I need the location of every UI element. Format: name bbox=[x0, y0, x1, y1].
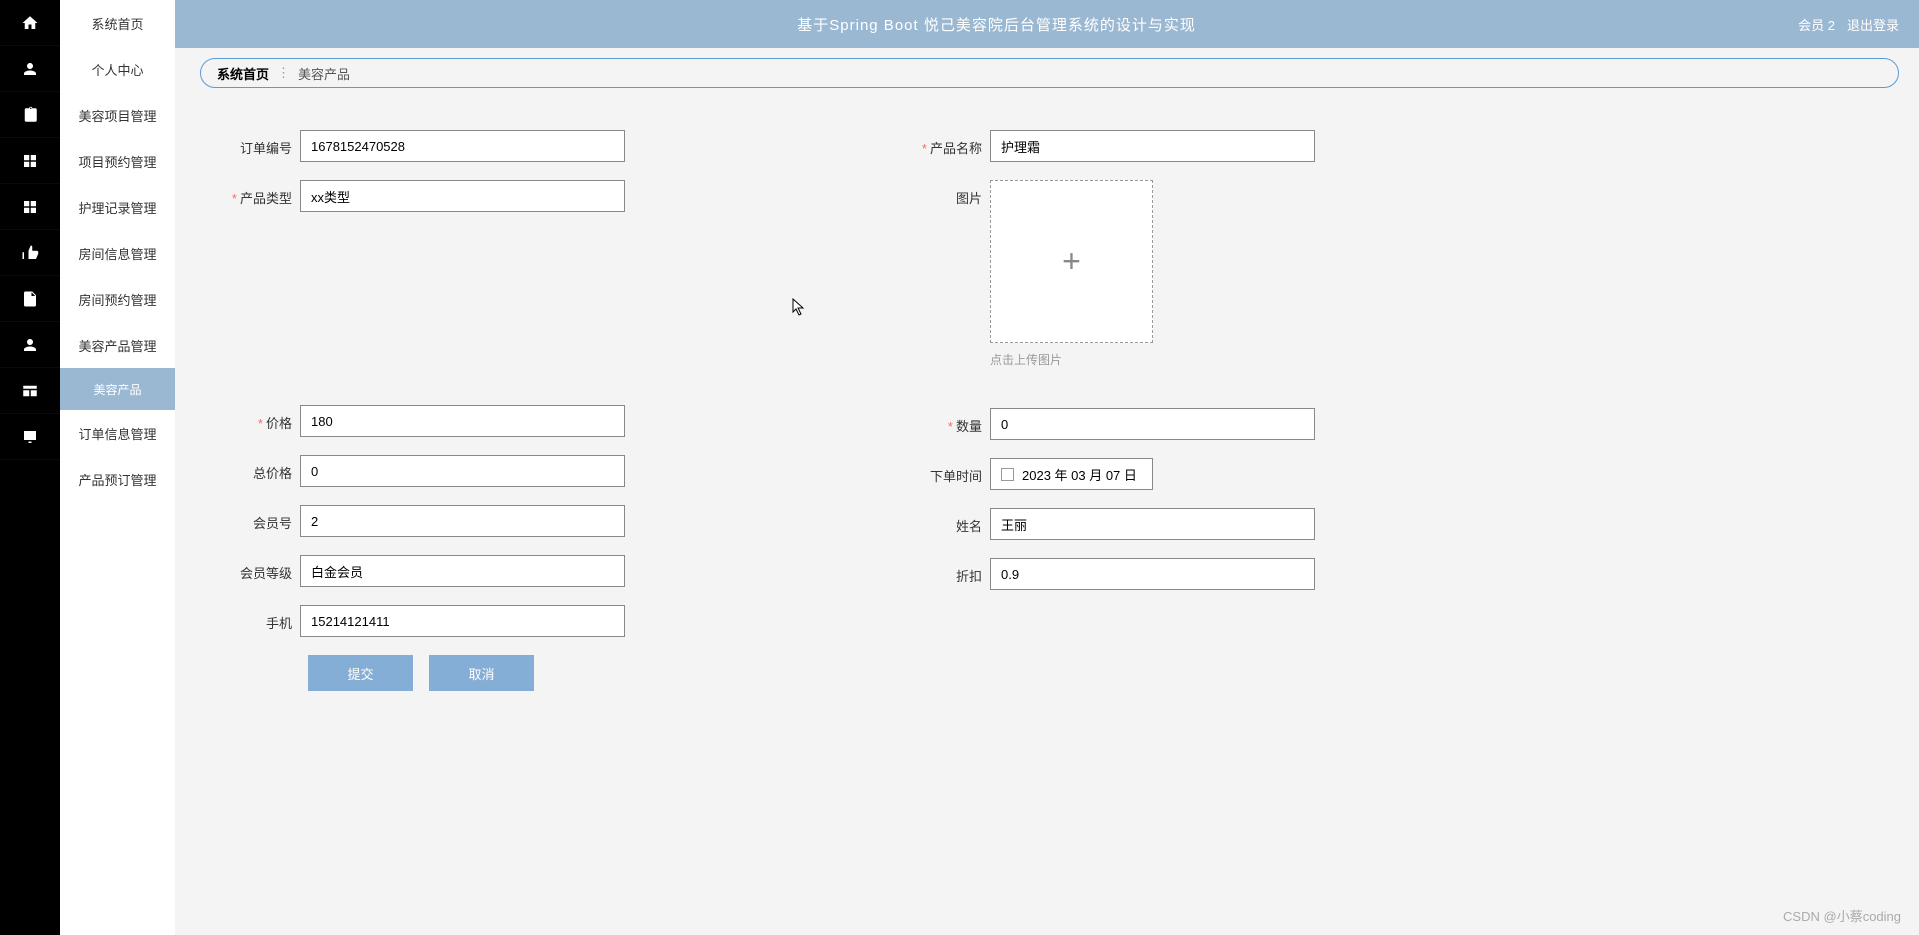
header-user[interactable]: 会员 2 bbox=[1798, 15, 1835, 34]
text-sidebar: 系统首页 个人中心 美容项目管理 项目预约管理 护理记录管理 房间信息管理 房间… bbox=[60, 0, 175, 935]
nav-thumb-icon[interactable] bbox=[0, 230, 60, 276]
nav-table-icon[interactable] bbox=[0, 368, 60, 414]
label-name: 姓名 bbox=[890, 508, 990, 535]
form-area: 订单编号 *产品类型 *价格 总价格 会员号 会员等级 手机 提交 bbox=[200, 130, 1899, 691]
input-product-type[interactable] bbox=[300, 180, 625, 212]
nav-home-icon[interactable] bbox=[0, 0, 60, 46]
nav-grid-icon[interactable] bbox=[0, 138, 60, 184]
label-total: 总价格 bbox=[200, 455, 300, 482]
menu-room-reserve[interactable]: 房间预约管理 bbox=[60, 276, 175, 322]
nav-person-icon[interactable] bbox=[0, 322, 60, 368]
upload-box[interactable]: + bbox=[990, 180, 1153, 343]
input-product-name[interactable] bbox=[990, 130, 1315, 162]
menu-room-info[interactable]: 房间信息管理 bbox=[60, 230, 175, 276]
cancel-button[interactable]: 取消 bbox=[429, 655, 534, 691]
watermark: CSDN @小蔡coding bbox=[1783, 906, 1901, 925]
label-product-name: *产品名称 bbox=[890, 130, 990, 157]
upload-tip: 点击上传图片 bbox=[990, 351, 1153, 368]
menu-home[interactable]: 系统首页 bbox=[60, 0, 175, 46]
nav-monitor-icon[interactable] bbox=[0, 414, 60, 460]
breadcrumb-current: 美容产品 bbox=[298, 64, 350, 83]
menu-beauty-project[interactable]: 美容项目管理 bbox=[60, 92, 175, 138]
input-phone[interactable] bbox=[300, 605, 625, 637]
label-phone: 手机 bbox=[200, 605, 300, 632]
label-discount: 折扣 bbox=[890, 558, 990, 585]
header: 基于Spring Boot 悦己美容院后台管理系统的设计与实现 会员 2 退出登… bbox=[175, 0, 1919, 48]
label-quantity: *数量 bbox=[890, 408, 990, 435]
menu-profile[interactable]: 个人中心 bbox=[60, 46, 175, 92]
input-order-time[interactable]: 2023 年 03 月 07 日 bbox=[990, 458, 1153, 490]
menu-product-mgmt[interactable]: 美容产品管理 bbox=[60, 322, 175, 368]
menu-project-reserve[interactable]: 项目预约管理 bbox=[60, 138, 175, 184]
date-value: 2023 年 03 月 07 日 bbox=[1022, 465, 1137, 484]
menu-care-record[interactable]: 护理记录管理 bbox=[60, 184, 175, 230]
label-price: *价格 bbox=[200, 405, 300, 432]
nav-user-icon[interactable] bbox=[0, 46, 60, 92]
input-name[interactable] bbox=[990, 508, 1315, 540]
submit-button[interactable]: 提交 bbox=[308, 655, 413, 691]
input-discount[interactable] bbox=[990, 558, 1315, 590]
nav-doc-icon[interactable] bbox=[0, 276, 60, 322]
header-title: 基于Spring Boot 悦己美容院后台管理系统的设计与实现 bbox=[195, 14, 1798, 35]
menu-product-reserve[interactable]: 产品预订管理 bbox=[60, 456, 175, 502]
label-member-no: 会员号 bbox=[200, 505, 300, 532]
label-product-type: *产品类型 bbox=[200, 180, 300, 207]
label-member-level: 会员等级 bbox=[200, 555, 300, 582]
icon-sidebar bbox=[0, 0, 60, 935]
plus-icon: + bbox=[1062, 243, 1081, 280]
calendar-icon bbox=[1001, 468, 1014, 481]
header-logout[interactable]: 退出登录 bbox=[1847, 15, 1899, 34]
label-order-time: 下单时间 bbox=[890, 458, 990, 485]
nav-grid2-icon[interactable] bbox=[0, 184, 60, 230]
nav-clipboard-icon[interactable] bbox=[0, 92, 60, 138]
input-total[interactable] bbox=[300, 455, 625, 487]
input-member-no[interactable] bbox=[300, 505, 625, 537]
input-quantity[interactable] bbox=[990, 408, 1315, 440]
label-order-no: 订单编号 bbox=[200, 130, 300, 157]
input-member-level[interactable] bbox=[300, 555, 625, 587]
breadcrumb: 系统首页 ⋮ 美容产品 bbox=[200, 58, 1899, 88]
input-price[interactable] bbox=[300, 405, 625, 437]
input-order-no[interactable] bbox=[300, 130, 625, 162]
label-image: 图片 bbox=[890, 180, 990, 207]
submenu-product[interactable]: 美容产品 bbox=[60, 368, 175, 410]
menu-order-info[interactable]: 订单信息管理 bbox=[60, 410, 175, 456]
breadcrumb-home[interactable]: 系统首页 bbox=[217, 64, 269, 83]
breadcrumb-sep: ⋮ bbox=[277, 65, 290, 81]
